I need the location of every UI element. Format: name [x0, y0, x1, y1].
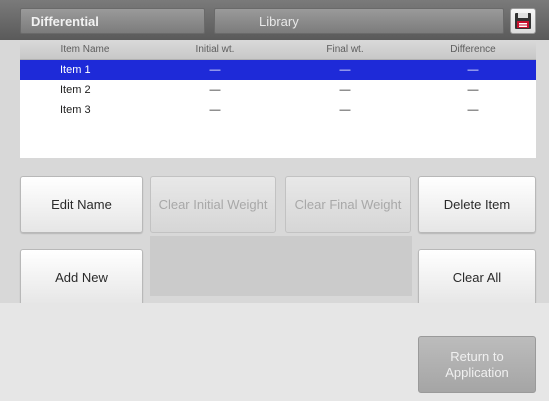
- final-weight: —: [339, 64, 351, 76]
- return-to-application-button[interactable]: Return to Application: [418, 336, 536, 393]
- table-row[interactable]: Item 2 — — —: [20, 80, 536, 100]
- clear-initial-weight-button[interactable]: Clear Initial Weight: [150, 176, 276, 233]
- empty-panel: [150, 236, 412, 296]
- header-item-name: Item Name: [60, 44, 110, 55]
- add-new-button[interactable]: Add New: [20, 249, 143, 306]
- initial-weight: —: [209, 104, 221, 116]
- initial-weight: —: [209, 64, 221, 76]
- clear-all-button[interactable]: Clear All: [418, 249, 536, 306]
- tab-library[interactable]: Library: [214, 8, 504, 34]
- difference: —: [467, 84, 479, 96]
- floppy-disk-icon: [515, 13, 531, 29]
- delete-item-button[interactable]: Delete Item: [418, 176, 536, 233]
- table-row[interactable]: Item 1 — — —: [20, 60, 536, 80]
- initial-weight: —: [209, 84, 221, 96]
- item-name: Item 2: [60, 84, 91, 96]
- header-initial-wt: Initial wt.: [195, 44, 235, 55]
- clear-final-weight-button[interactable]: Clear Final Weight: [285, 176, 411, 233]
- difference: —: [467, 104, 479, 116]
- final-weight: —: [339, 104, 351, 116]
- edit-name-button[interactable]: Edit Name: [20, 176, 143, 233]
- header-difference: Difference: [450, 44, 496, 55]
- item-name: Item 3: [60, 104, 91, 116]
- header-final-wt: Final wt.: [326, 44, 364, 55]
- table-header: Item Name Initial wt. Final wt. Differen…: [20, 40, 536, 60]
- top-bar: Differential Library: [0, 0, 549, 40]
- items-table: Item Name Initial wt. Final wt. Differen…: [20, 40, 536, 158]
- save-button[interactable]: [510, 8, 536, 34]
- final-weight: —: [339, 84, 351, 96]
- difference: —: [467, 64, 479, 76]
- item-name: Item 1: [60, 64, 91, 76]
- table-row[interactable]: Item 3 — — —: [20, 100, 536, 120]
- tab-differential[interactable]: Differential: [20, 8, 205, 34]
